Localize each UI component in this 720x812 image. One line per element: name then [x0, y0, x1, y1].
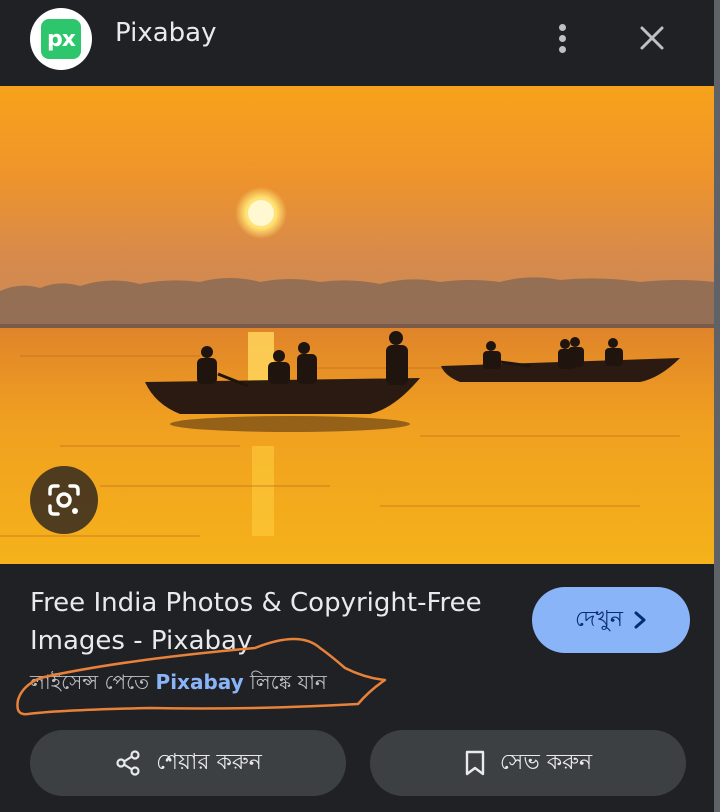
- license-line: লাইসেন্স পেতে Pixabay লিঙ্কে যান: [30, 668, 327, 701]
- logo-mark: px: [41, 19, 81, 59]
- header-bar: px Pixabay: [0, 0, 714, 86]
- license-link[interactable]: Pixabay: [156, 670, 244, 694]
- license-prefix: লাইসেন্স পেতে: [30, 670, 156, 694]
- site-name[interactable]: Pixabay: [115, 18, 216, 48]
- result-image[interactable]: [0, 86, 714, 564]
- pixabay-logo: px: [30, 8, 92, 70]
- scrollbar[interactable]: [714, 0, 720, 812]
- save-button-label: সেভ করুন: [499, 749, 593, 775]
- bookmark-icon: [465, 750, 485, 776]
- view-button[interactable]: দেখুন: [532, 587, 690, 653]
- view-button-label: দেখুন: [574, 606, 624, 632]
- result-title[interactable]: Free India Photos & Copyright-Free Image…: [30, 584, 510, 660]
- save-button[interactable]: সেভ করুন: [370, 730, 686, 796]
- share-button-label: শেয়ার করুন: [156, 749, 262, 775]
- chevron-right-icon: [634, 611, 646, 629]
- image-viewer-panel: px Pixabay Free India Photos & Copyright…: [0, 0, 720, 812]
- more-vert-icon[interactable]: [548, 18, 576, 58]
- close-icon[interactable]: [632, 18, 672, 58]
- license-suffix: লিঙ্কে যান: [243, 670, 327, 694]
- google-lens-icon[interactable]: [30, 466, 98, 534]
- share-button[interactable]: শেয়ার করুন: [30, 730, 346, 796]
- share-icon: [116, 750, 140, 776]
